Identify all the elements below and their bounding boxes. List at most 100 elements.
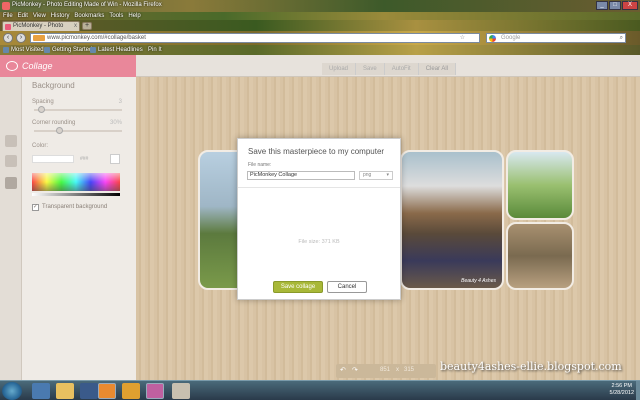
color-label: Color: — [32, 143, 49, 149]
yahoo-icon[interactable] — [146, 383, 164, 399]
dimension-bar: ↶ ↷ 851 x 315 — [336, 364, 436, 378]
bookmark-icon — [44, 47, 50, 53]
new-tab-button[interactable]: + — [82, 22, 92, 30]
file-name-input[interactable]: PicMonkey Collage — [247, 171, 355, 180]
search-icon[interactable]: ⌕ — [620, 34, 623, 42]
bookmark-getting-started[interactable]: Getting Started — [44, 46, 92, 54]
windows-taskbar: 2:56 PM 5/28/2012 — [0, 380, 640, 400]
tab-picmonkey[interactable]: PicMonkey - Photo Editing Made of Win x — [2, 21, 80, 38]
paint-icon[interactable] — [172, 383, 190, 399]
menu-edit[interactable]: Edit — [18, 12, 28, 20]
dialog-title: Save this masterpiece to my computer — [248, 147, 385, 156]
color-spectrum[interactable] — [32, 173, 120, 191]
menu-help[interactable]: Help — [128, 12, 140, 20]
transparent-background-checkbox[interactable]: ✓ Transparent background — [32, 204, 108, 211]
picmonkey-favicon — [5, 24, 11, 30]
transparent-background-label: Transparent background — [42, 204, 108, 210]
start-button[interactable] — [2, 382, 22, 400]
corner-rounding-slider[interactable] — [34, 127, 122, 134]
file-type-value: png — [363, 172, 372, 178]
url-text: www.picmonkey.com/#collage/basket — [47, 35, 146, 41]
spacing-value: 3 — [118, 99, 122, 105]
menu-bar: File Edit View History Bookmarks Tools H… — [0, 12, 640, 20]
height-value: 315 — [404, 367, 415, 373]
bookmark-most-visited[interactable]: Most Visited — [3, 46, 44, 54]
background-brush-icon[interactable] — [5, 177, 17, 189]
undo-icon[interactable]: ↶ — [340, 366, 346, 374]
menu-bookmarks[interactable]: Bookmarks — [74, 12, 104, 20]
upload-button[interactable]: Upload — [322, 63, 357, 75]
explorer-icon[interactable] — [56, 383, 74, 399]
bookmark-icon — [3, 47, 9, 53]
window-title: PicMonkey - Photo Editing Made of Win - … — [12, 2, 162, 8]
site-identity-icon — [33, 35, 45, 41]
app-header: Collage Upload Save AutoFit Clear All — [0, 55, 640, 77]
cancel-button[interactable]: Cancel — [327, 281, 367, 293]
chevron-down-icon: ▾ — [386, 172, 389, 178]
collage-photo-shelves[interactable] — [506, 222, 574, 290]
bookmark-pin-it[interactable]: Pin It — [140, 46, 162, 54]
bookmarks-bar: Most Visited Getting Started Latest Head… — [0, 45, 640, 55]
collage-photo-plants[interactable] — [506, 150, 574, 220]
autofit-button[interactable]: AutoFit — [384, 63, 419, 75]
menu-view[interactable]: View — [33, 12, 46, 20]
spacing-slider-knob[interactable] — [38, 106, 46, 113]
minimize-button[interactable]: _ — [596, 1, 608, 10]
clock-time: 2:56 PM — [611, 383, 632, 389]
show-desktop-button[interactable] — [636, 381, 640, 400]
corner-rounding-slider-knob[interactable] — [55, 127, 63, 134]
collage-toolbar: Upload Save AutoFit Clear All — [322, 63, 457, 75]
clock[interactable]: 2:56 PM 5/28/2012 — [610, 383, 634, 397]
close-window-button[interactable]: X — [622, 1, 638, 10]
media-icon[interactable] — [122, 383, 140, 399]
firefox-icon — [2, 2, 10, 10]
forward-button[interactable]: › — [16, 33, 26, 43]
rss-icon — [90, 47, 96, 53]
system-tray: 2:56 PM 5/28/2012 — [550, 381, 640, 400]
background-panel: Background Spacing 3 Corner rounding 30%… — [22, 77, 136, 380]
clock-date: 5/28/2012 — [609, 390, 634, 396]
tab-close-icon[interactable]: x — [74, 22, 77, 31]
app-name: Collage — [22, 61, 53, 71]
collage-logo[interactable]: Collage — [0, 55, 136, 77]
media-player-icon[interactable] — [80, 383, 98, 399]
spacing-label: Spacing — [32, 99, 54, 105]
save-button[interactable]: Save — [356, 63, 385, 75]
ie-icon[interactable] — [32, 383, 50, 399]
width-value: 851 — [380, 367, 391, 373]
search-placeholder: Google — [501, 35, 521, 41]
corner-rounding-value: 30% — [109, 120, 122, 126]
spacing-slider[interactable] — [34, 106, 122, 113]
times-sign: x — [396, 367, 399, 373]
layouts-icon[interactable] — [5, 155, 17, 167]
save-collage-button[interactable]: Save collage — [273, 281, 323, 293]
bookmark-icon — [140, 47, 146, 53]
photo-watermark: Beauty 4 Ashes — [461, 278, 496, 284]
bookmark-latest-headlines[interactable]: Latest Headlines — [90, 46, 143, 54]
checkbox-check-icon[interactable]: ✓ — [32, 204, 39, 211]
tab-bar: PicMonkey - Photo Editing Made of Win x … — [0, 20, 640, 38]
menu-tools[interactable]: Tools — [109, 12, 123, 20]
search-input[interactable]: Google ⌕ — [486, 33, 626, 43]
menu-file[interactable]: File — [3, 12, 13, 20]
firefox-taskbar-icon[interactable] — [98, 383, 116, 399]
google-icon — [489, 35, 496, 42]
file-type-select[interactable]: png ▾ — [359, 171, 393, 180]
navigation-bar: ‹ › www.picmonkey.com/#collage/basket ☆ … — [0, 31, 640, 45]
menu-history[interactable]: History — [51, 12, 70, 20]
redo-icon[interactable]: ↷ — [352, 366, 358, 374]
color-hex-input[interactable] — [32, 155, 74, 163]
file-name-label: File name: — [248, 162, 272, 168]
grayscale-bar[interactable] — [32, 193, 120, 196]
maximize-button[interactable]: □ — [609, 1, 621, 10]
tool-icon-strip — [0, 77, 22, 380]
url-bar[interactable]: www.picmonkey.com/#collage/basket ☆ — [30, 33, 480, 43]
back-button[interactable]: ‹ — [3, 33, 13, 43]
photos-icon[interactable] — [5, 135, 17, 147]
collage-icon — [6, 61, 18, 71]
window-controls: _ □ X — [596, 1, 638, 10]
eyedropper-icon[interactable] — [110, 154, 120, 164]
collage-photo-bedroom[interactable]: Beauty 4 Ashes — [400, 150, 504, 290]
clear-all-button[interactable]: Clear All — [418, 63, 457, 75]
bookmark-star-icon[interactable]: ☆ — [460, 34, 465, 42]
